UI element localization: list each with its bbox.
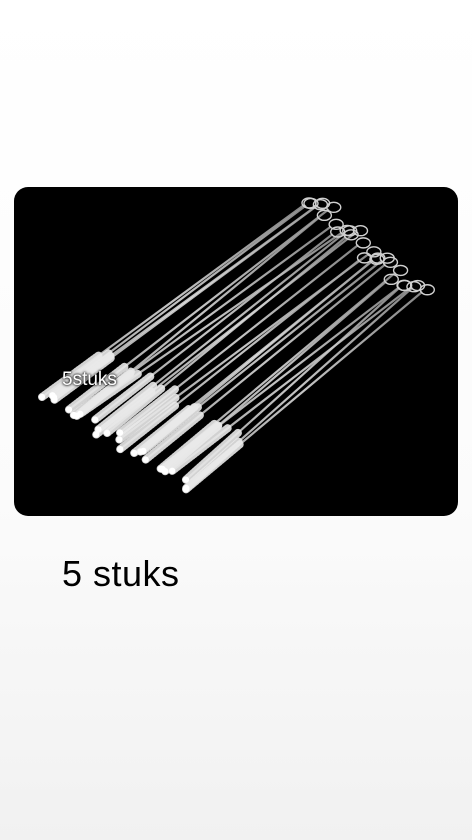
brush-tip	[182, 476, 190, 483]
brush-tip	[51, 396, 58, 403]
brush-tip	[130, 449, 138, 457]
brush-tip	[38, 393, 46, 401]
brush-tip	[137, 448, 144, 455]
brush-tip	[77, 410, 84, 418]
quantity-caption: 5 stuks	[62, 553, 180, 594]
brush-tip	[182, 486, 190, 493]
brush-tip	[116, 429, 124, 436]
brush-tip	[142, 456, 149, 463]
photo-overlay-text: 5stuks	[62, 369, 117, 390]
brush-tip	[103, 429, 111, 437]
brush-tip	[116, 436, 123, 443]
brush-tip	[93, 431, 100, 438]
product-photo: 5stuks	[14, 187, 458, 516]
brush-tip	[70, 411, 78, 419]
brush-loop	[396, 279, 413, 292]
brush-tip	[169, 467, 176, 475]
brush-loop	[355, 237, 371, 249]
brush-tip	[65, 406, 73, 413]
brush-tip	[116, 445, 124, 453]
brush-tip	[159, 465, 166, 473]
brush-tip	[91, 416, 99, 423]
brushes-illustration	[38, 197, 436, 494]
brush-loop	[392, 264, 409, 277]
